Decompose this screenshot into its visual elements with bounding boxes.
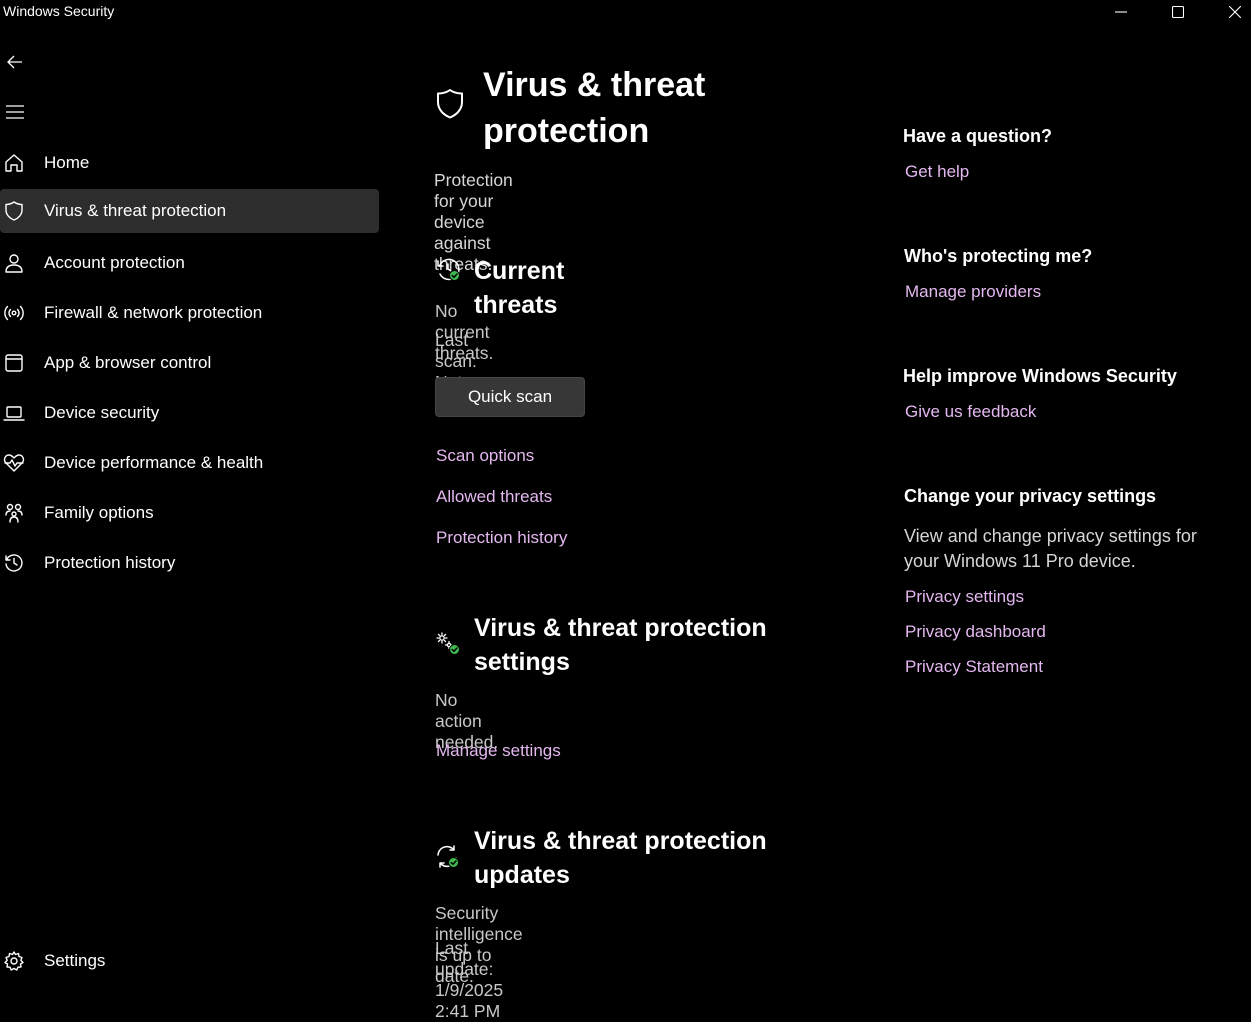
sidebar-item-protection-history[interactable]: Protection history	[0, 541, 379, 585]
sidebar-item-family-options[interactable]: Family options	[0, 491, 379, 535]
gear-icon	[3, 950, 25, 972]
sidebar-item-label: App & browser control	[44, 353, 212, 372]
sidebar-item-device-security[interactable]: Device security	[0, 391, 379, 435]
manage-settings-link[interactable]: Manage settings	[436, 741, 561, 761]
give-feedback-link[interactable]: Give us feedback	[905, 402, 1036, 422]
sidebar-item-label: Home	[44, 153, 90, 172]
page-title: Virus & threat protection	[483, 66, 706, 150]
section-title-protection-updates: Virus & threat protection updates	[474, 827, 767, 889]
maximize-button[interactable]	[1155, 0, 1201, 24]
person-icon	[3, 252, 25, 274]
privacy-statement-link[interactable]: Privacy Statement	[905, 657, 1043, 677]
improve-heading: Help improve Windows Security	[903, 366, 1177, 386]
sidebar-item-settings[interactable]: Settings	[0, 939, 379, 983]
last-update-text: Last update: 1/9/2025 2:41 PM	[435, 938, 504, 1021]
allowed-threats-link[interactable]: Allowed threats	[436, 487, 552, 507]
app-title: Windows Security	[3, 3, 115, 19]
sidebar-item-label: Firewall & network protection	[44, 303, 263, 322]
heartbeat-icon	[3, 452, 25, 474]
maximize-icon	[1172, 6, 1184, 18]
back-button[interactable]	[0, 47, 30, 77]
back-arrow-icon	[7, 55, 22, 69]
sidebar-item-label: Device security	[44, 403, 160, 422]
antenna-icon	[3, 302, 25, 324]
sidebar-item-label: Protection history	[44, 553, 176, 572]
home-icon	[3, 152, 25, 174]
protecting-heading: Who's protecting me?	[904, 246, 1093, 266]
laptop-icon	[3, 402, 25, 424]
section-title-protection-settings: Virus & threat protection settings	[474, 614, 767, 676]
threat-history-icon	[435, 256, 463, 284]
history-icon	[3, 552, 25, 574]
menu-button[interactable]	[0, 97, 30, 127]
privacy-heading: Change your privacy settings	[904, 486, 1157, 506]
privacy-settings-link[interactable]: Privacy settings	[905, 587, 1024, 607]
scan-options-link[interactable]: Scan options	[436, 446, 534, 466]
title-bar: Windows Security	[0, 0, 1251, 26]
quick-scan-button[interactable]: Quick scan	[435, 377, 585, 417]
sidebar-item-label: Virus & threat protection	[44, 201, 227, 220]
sidebar-item-app-browser-control[interactable]: App & browser control	[0, 341, 379, 385]
family-icon	[3, 502, 25, 524]
sidebar-item-label: Device performance & health	[44, 453, 264, 472]
shield-icon	[3, 200, 25, 222]
get-help-link[interactable]: Get help	[905, 162, 969, 182]
close-icon	[1229, 6, 1241, 18]
sidebar-item-label: Settings	[44, 951, 106, 970]
privacy-description: View and change privacy settings for you…	[904, 526, 1197, 571]
sidebar-item-label: Family options	[44, 503, 154, 522]
manage-providers-link[interactable]: Manage providers	[905, 282, 1041, 302]
sidebar-item-label: Account protection	[44, 253, 185, 272]
sync-check-icon	[434, 843, 462, 871]
sidebar-item-firewall[interactable]: Firewall & network protection	[0, 291, 379, 335]
minimize-button[interactable]	[1098, 0, 1144, 24]
close-button[interactable]	[1212, 0, 1251, 24]
sidebar-item-device-performance[interactable]: Device performance & health	[0, 441, 379, 485]
app-window-icon	[3, 352, 25, 374]
protection-history-link[interactable]: Protection history	[436, 528, 567, 548]
minimize-icon	[1115, 11, 1127, 13]
privacy-dashboard-link[interactable]: Privacy dashboard	[905, 622, 1046, 642]
sidebar-item-home[interactable]: Home	[0, 141, 379, 185]
question-heading: Have a question?	[903, 126, 1053, 146]
gears-check-icon	[435, 630, 463, 658]
shield-icon	[435, 88, 465, 120]
hamburger-icon	[6, 105, 24, 119]
sidebar-item-virus-threat-protection[interactable]: Virus & threat protection	[0, 189, 379, 233]
sidebar-item-account-protection[interactable]: Account protection	[0, 241, 379, 285]
